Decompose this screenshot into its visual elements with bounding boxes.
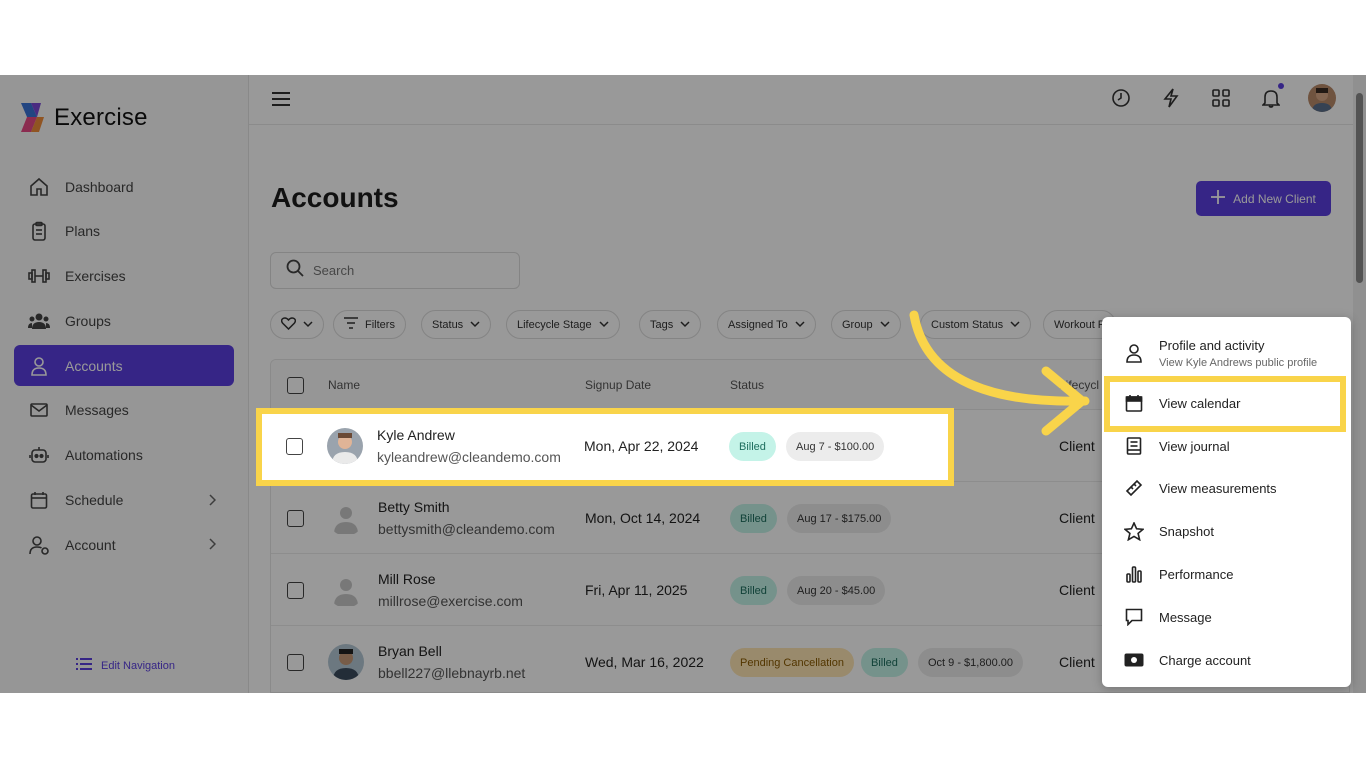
menu-item-profile[interactable]: Profile and activity View Kyle Andrews p… [1102,329,1351,377]
menu-item-view-measurements[interactable]: View measurements [1102,467,1351,509]
menu-item-label: Message [1159,609,1212,625]
menu-item-label: Performance [1159,566,1234,582]
bar-chart-icon [1124,564,1144,584]
star-icon [1124,521,1144,541]
message-icon [1124,607,1144,627]
row-highlight-frame [256,408,954,486]
menu-highlight-frame [1104,376,1346,432]
menu-item-sub: View Kyle Andrews public profile [1159,356,1318,369]
money-icon [1124,650,1144,670]
menu-item-performance[interactable]: Performance [1102,553,1351,595]
menu-item-label: Snapshot [1159,523,1214,539]
menu-item-label: View measurements [1159,480,1277,496]
menu-item-snapshot[interactable]: Snapshot [1102,510,1351,552]
ruler-icon [1124,478,1144,498]
menu-item-label: Charge account [1159,652,1251,668]
menu-item-charge-account[interactable]: Charge account [1102,639,1351,681]
user-icon [1124,343,1144,363]
menu-item-text: Profile and activity View Kyle Andrews p… [1159,338,1317,369]
app-window: Exercise Dashboard Plans Exercises Group… [0,75,1366,693]
row-action-menu: Profile and activity View Kyle Andrews p… [1102,317,1351,687]
journal-icon [1124,436,1144,456]
tutorial-arrow-icon [909,310,1090,436]
menu-item-message[interactable]: Message [1102,596,1351,638]
menu-item-label: View journal [1159,438,1230,454]
menu-item-label: Profile and activity [1159,337,1265,353]
